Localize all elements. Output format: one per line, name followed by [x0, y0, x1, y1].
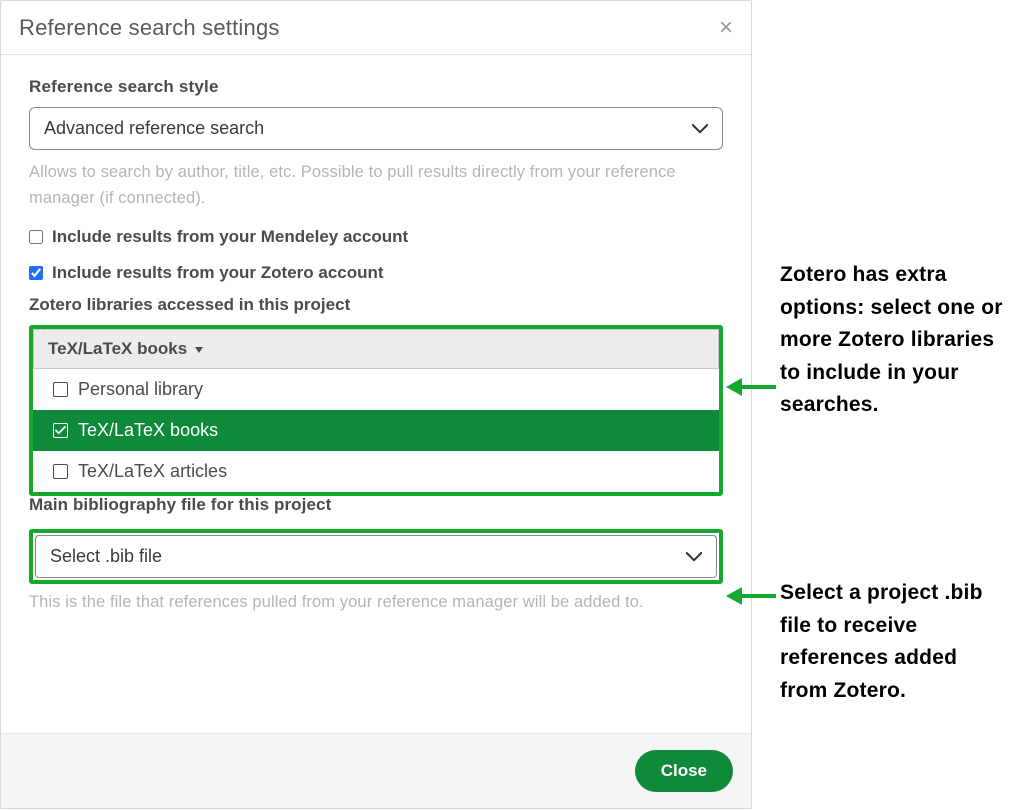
- zotero-dropdown-summary: TeX/LaTeX books: [48, 339, 187, 359]
- chevron-down-icon: [686, 552, 702, 562]
- zotero-option-tex-articles[interactable]: TeX/LaTeX articles: [33, 451, 719, 492]
- modal-footer: Close: [1, 733, 751, 808]
- search-style-value: Advanced reference search: [44, 118, 264, 139]
- zotero-option-label: TeX/LaTeX books: [78, 420, 218, 441]
- mendeley-checkbox-row[interactable]: Include results from your Mendeley accou…: [29, 227, 723, 247]
- zotero-option-label: Personal library: [78, 379, 203, 400]
- search-style-label: Reference search style: [29, 77, 723, 97]
- zotero-label: Include results from your Zotero account: [52, 263, 384, 283]
- annotation-zotero: Zotero has extra options: select one or …: [780, 259, 1010, 422]
- zotero-option-tex-books[interactable]: TeX/LaTeX books: [33, 410, 719, 451]
- search-style-help: Allows to search by author, title, etc. …: [29, 160, 723, 211]
- zotero-libraries-label: Zotero libraries accessed in this projec…: [29, 295, 723, 315]
- chevron-down-icon: [692, 124, 708, 134]
- mendeley-checkbox[interactable]: [29, 230, 43, 244]
- zotero-checkbox[interactable]: [29, 266, 43, 280]
- bib-file-select[interactable]: Select .bib file: [35, 535, 717, 578]
- modal-header: Reference search settings ×: [1, 1, 751, 55]
- zotero-checkbox-row[interactable]: Include results from your Zotero account: [29, 263, 723, 283]
- zotero-libraries-dropdown[interactable]: TeX/LaTeX books Personal library TeX/LaT…: [29, 325, 723, 496]
- zotero-option-list: Personal library TeX/LaTeX books TeX/LaT…: [33, 369, 719, 492]
- search-style-select[interactable]: Advanced reference search: [29, 107, 723, 150]
- bib-file-block: Select .bib file: [29, 529, 723, 584]
- annotation-bib: Select a project .bib file to receive re…: [780, 577, 1010, 707]
- checkbox-checked-icon: [53, 423, 68, 438]
- close-icon[interactable]: ×: [719, 16, 733, 40]
- caret-down-icon: [195, 347, 203, 353]
- checkbox-empty-icon: [53, 382, 68, 397]
- modal-body: Reference search style Advanced referenc…: [1, 55, 751, 733]
- bib-file-label: Main bibliography file for this project: [29, 495, 723, 515]
- arrow-bib-icon: [726, 587, 776, 605]
- zotero-option-personal[interactable]: Personal library: [33, 369, 719, 410]
- bib-file-help: This is the file that references pulled …: [29, 590, 723, 616]
- reference-settings-modal: Reference search settings × Reference se…: [0, 0, 752, 809]
- arrow-zotero-icon: [726, 378, 776, 396]
- zotero-option-label: TeX/LaTeX articles: [78, 461, 227, 482]
- zotero-dropdown-header[interactable]: TeX/LaTeX books: [33, 329, 719, 369]
- checkbox-empty-icon: [53, 464, 68, 479]
- close-button[interactable]: Close: [635, 750, 733, 792]
- bib-file-placeholder: Select .bib file: [50, 546, 162, 567]
- mendeley-label: Include results from your Mendeley accou…: [52, 227, 408, 247]
- modal-title: Reference search settings: [19, 15, 280, 41]
